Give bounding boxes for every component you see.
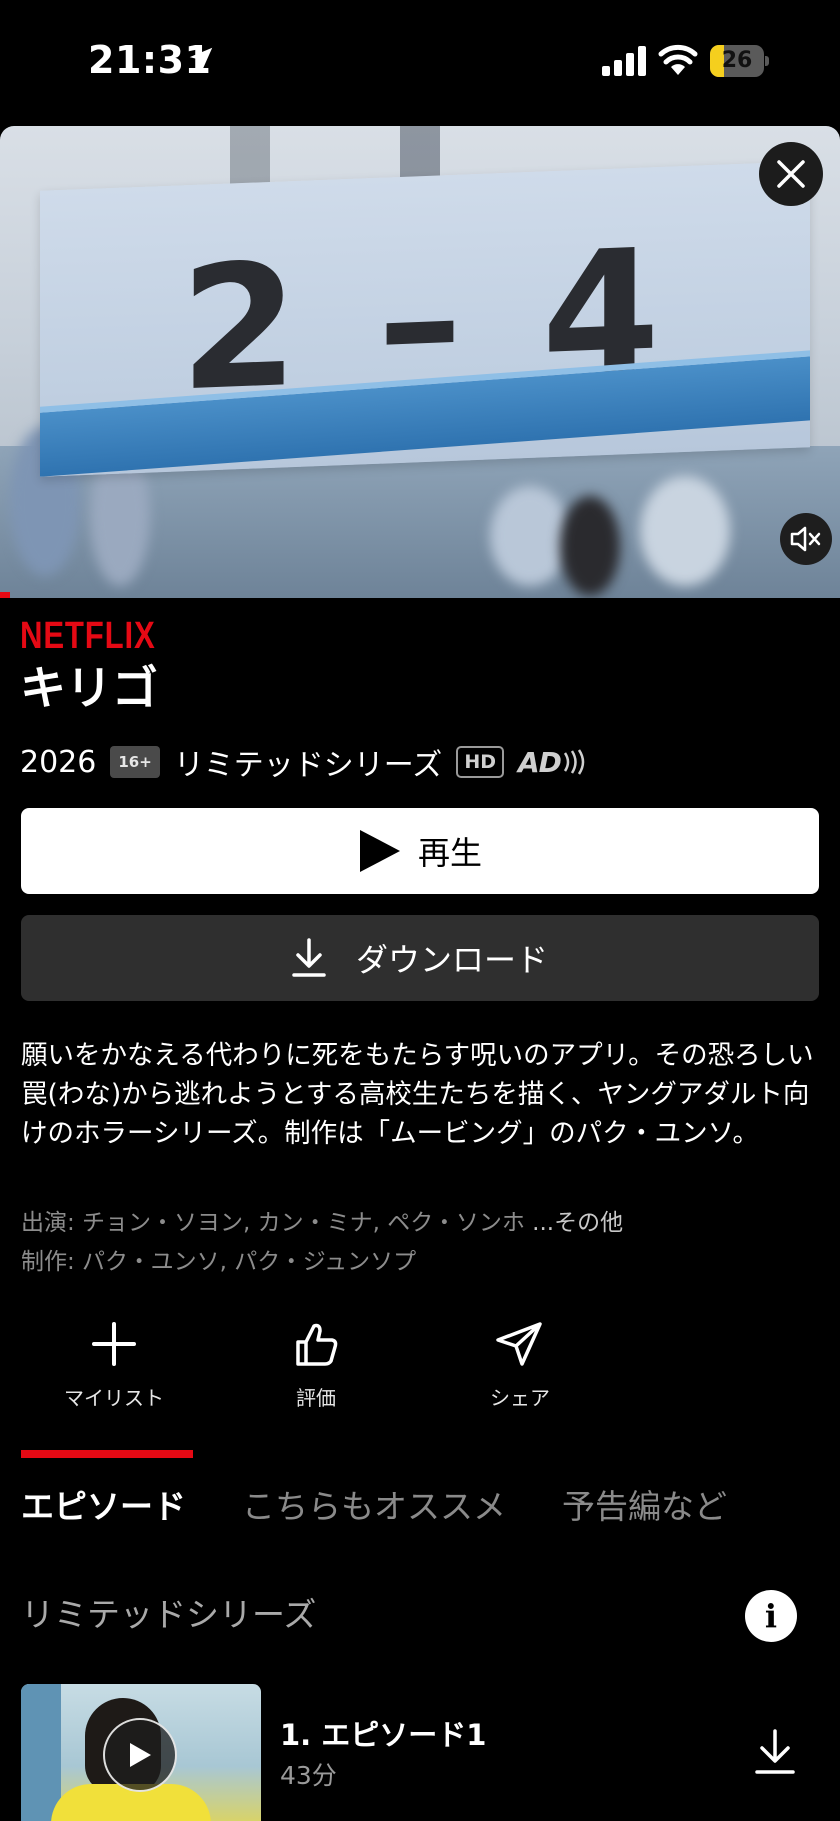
episode-row[interactable]: 1. エピソード1 43分 bbox=[21, 1684, 819, 1821]
video-preview[interactable]: 2 – 4 bbox=[0, 126, 840, 598]
hd-badge: HD bbox=[456, 746, 504, 778]
cast-more-link[interactable]: ...その他 bbox=[532, 1210, 623, 1236]
classroom-sign: 2 – 4 bbox=[40, 161, 810, 477]
mute-button[interactable] bbox=[780, 513, 832, 565]
battery-level: 26 bbox=[721, 48, 753, 73]
tab-episodes[interactable]: エピソード bbox=[21, 1480, 186, 1532]
info-icon: i bbox=[764, 1597, 778, 1635]
wifi-icon bbox=[658, 44, 698, 75]
release-year: 2026 bbox=[20, 744, 97, 780]
play-icon bbox=[359, 830, 400, 872]
share-button[interactable]: シェア bbox=[430, 1318, 610, 1418]
episode-play-button[interactable] bbox=[103, 1718, 177, 1792]
episode-duration: 43分 bbox=[280, 1761, 337, 1790]
active-tab-indicator bbox=[21, 1450, 193, 1458]
audio-description-label: AD bbox=[518, 745, 562, 779]
series-type: リミテッドシリーズ bbox=[173, 748, 443, 783]
synopsis: 願いをかなえる代わりに死をもたらす呪いのアプリ。その恐ろしい罠(わな)から逃れよ… bbox=[21, 1040, 814, 1149]
location-arrow-icon bbox=[189, 47, 213, 71]
tab-recommendations[interactable]: こちらもオススメ bbox=[242, 1480, 506, 1532]
cast-list: 出演: チョン・ソヨン, カン・ミナ, ペク・ソンホ bbox=[21, 1210, 525, 1236]
close-button[interactable] bbox=[759, 142, 823, 206]
thumbs-up-icon bbox=[296, 1323, 338, 1366]
status-bar: 21:31 26 bbox=[0, 0, 840, 120]
series-label: リミテッドシリーズ bbox=[21, 1595, 317, 1634]
rate-button[interactable]: 評価 bbox=[226, 1318, 406, 1418]
share-label: シェア bbox=[490, 1386, 550, 1410]
play-button[interactable]: 再生 bbox=[21, 808, 819, 894]
tab-trailers[interactable]: 予告編など bbox=[562, 1480, 727, 1532]
info-button[interactable]: i bbox=[745, 1590, 797, 1642]
speaker-muted-icon bbox=[790, 526, 821, 552]
show-title: キリゴ bbox=[20, 661, 158, 715]
cellular-signal-icon bbox=[602, 46, 646, 76]
send-icon bbox=[496, 1322, 542, 1366]
episode-title: 1. エピソード1 bbox=[280, 1718, 487, 1752]
download-button-label: ダウンロード bbox=[355, 941, 548, 979]
play-icon bbox=[130, 1743, 151, 1767]
audio-description-badge: AD bbox=[518, 746, 591, 779]
battery-icon: 26 bbox=[710, 45, 769, 77]
creators-line: 制作: パク・ユンソ, パク・ジュンソプ bbox=[21, 1249, 417, 1275]
sound-waves-icon bbox=[563, 749, 585, 775]
close-icon bbox=[777, 160, 805, 188]
episode-thumbnail[interactable] bbox=[21, 1684, 261, 1821]
tab-bar: エピソード こちらもオススメ 予告編など bbox=[21, 1480, 783, 1532]
preview-progress bbox=[0, 592, 10, 598]
my-list-label: マイリスト bbox=[64, 1386, 164, 1410]
netflix-logo: NETFLIX bbox=[20, 615, 156, 657]
episode-download-icon[interactable] bbox=[753, 1728, 797, 1776]
credits: 出演: チョン・ソヨン, カン・ミナ, ペク・ソンホ ...その他 制作: パク… bbox=[21, 1204, 821, 1282]
maturity-rating-badge: 16+ bbox=[110, 746, 160, 778]
download-button[interactable]: ダウンロード bbox=[21, 915, 819, 1001]
my-list-button[interactable]: マイリスト bbox=[24, 1318, 204, 1418]
download-icon bbox=[292, 938, 326, 977]
plus-icon bbox=[92, 1322, 136, 1366]
metadata-row: 2026 16+ リミテッドシリーズ HD AD bbox=[20, 742, 591, 783]
play-button-label: 再生 bbox=[417, 834, 482, 872]
action-row: マイリスト 評価 シェア bbox=[0, 1318, 840, 1418]
rate-label: 評価 bbox=[296, 1386, 336, 1410]
cast-line[interactable]: 出演: チョン・ソヨン, カン・ミナ, ペク・ソンホ ...その他 bbox=[21, 1204, 821, 1243]
